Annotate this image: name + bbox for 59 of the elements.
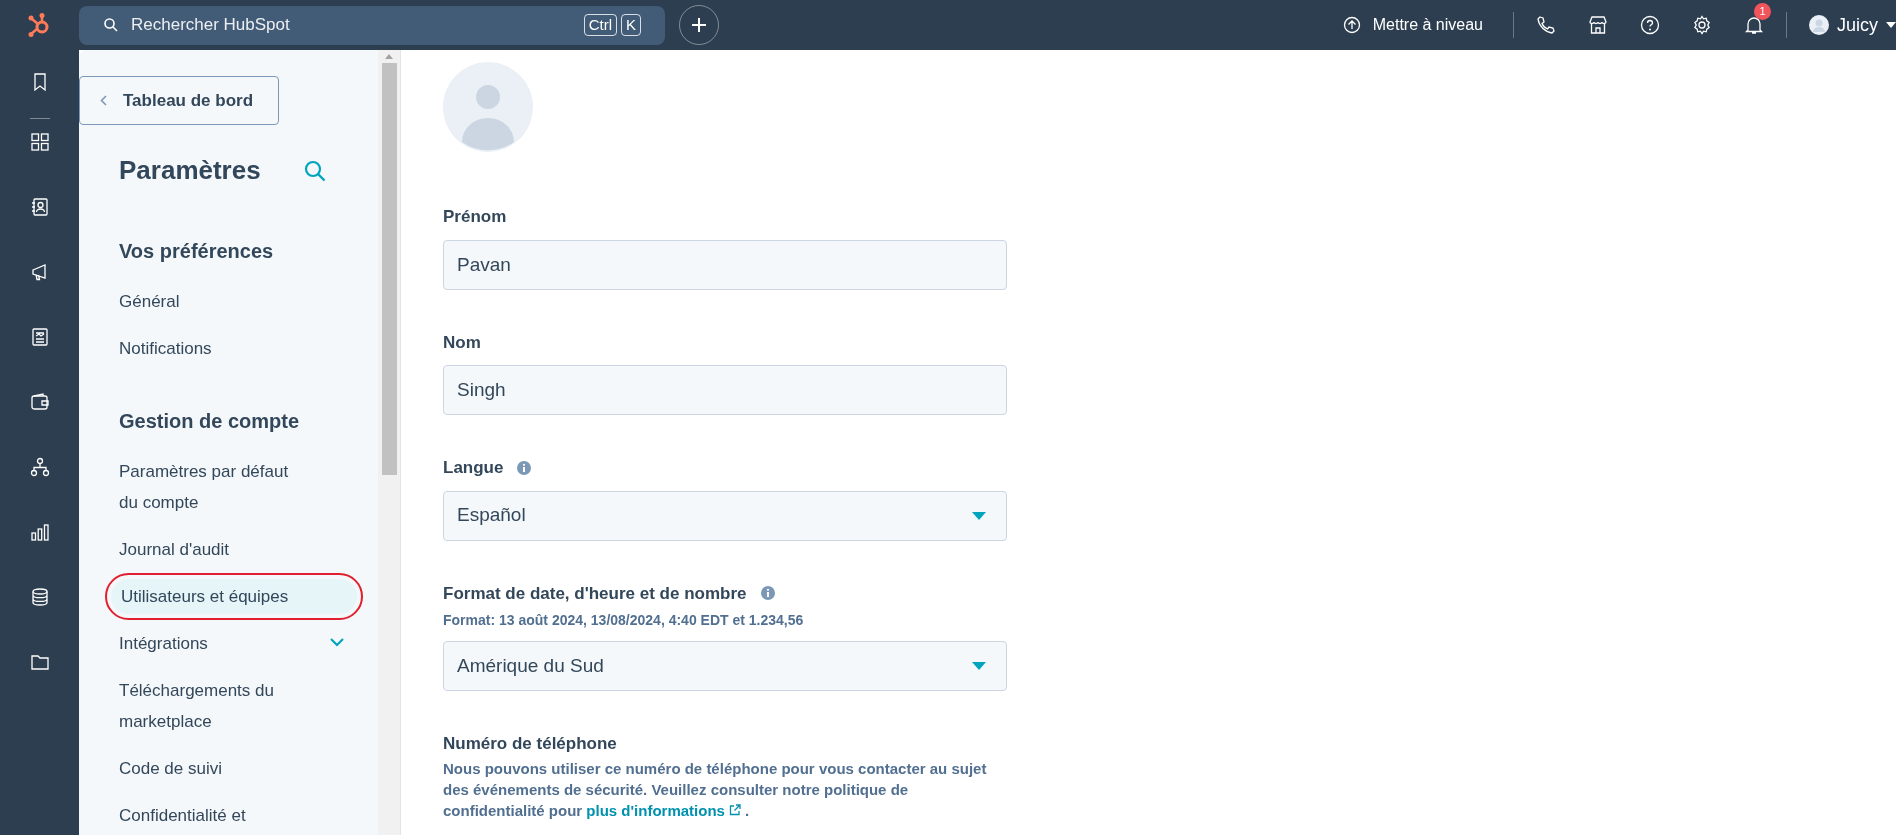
bell-icon[interactable] [1744, 15, 1764, 35]
field-label: Numéro de téléphone [443, 733, 618, 755]
section-heading: Gestion de compte [118, 409, 301, 434]
store-icon[interactable] [1588, 15, 1608, 35]
info-icon[interactable] [760, 586, 775, 601]
org-icon[interactable] [29, 457, 50, 477]
sidebar-item[interactable]: Paramètres par défaut du compte [109, 448, 358, 526]
format-hint: Format: 13 août 2024, 13/08/2024, 4:40 EDT et 1.234,56 [443, 611, 805, 630]
chart-icon[interactable] [29, 522, 50, 542]
settings-title: Paramètres [119, 154, 261, 187]
scrollbar[interactable] [378, 50, 400, 835]
sidebar-item[interactable]: Code de suivi [109, 745, 358, 792]
folder-icon[interactable] [29, 652, 50, 672]
chevron-down-icon[interactable] [330, 638, 344, 647]
search-icon[interactable] [304, 159, 326, 182]
sidebar-item[interactable]: Téléchargements du marketplace [109, 667, 358, 745]
upgrade-button[interactable]: Mettre à niveau [1334, 13, 1491, 37]
chevron-left-icon [100, 95, 107, 106]
report-icon[interactable] [29, 327, 50, 347]
field-label: Nom [443, 331, 481, 354]
search-icon [103, 17, 119, 33]
notification-badge: 1 [1754, 3, 1771, 20]
phone-icon[interactable] [1536, 15, 1556, 35]
sidebar-item[interactable]: Journal d'audit [109, 526, 358, 573]
help-text: Nous pouvons utiliser ce numéro de téléphone pour vous contacter au sujet des événements de sécurité. Veuillez consulter notre politique de confidentialité pour plus d'informations . [443, 758, 988, 821]
contacts-icon[interactable] [29, 197, 50, 217]
search-field[interactable]: Rechercher HubSpot Ctrl K [79, 5, 665, 45]
shortcut-key: Ctrl [583, 14, 617, 36]
external-link-icon [728, 804, 741, 816]
database-icon[interactable] [29, 587, 50, 607]
dropdown-caret-icon [972, 662, 986, 670]
text-field[interactable]: Singh [443, 365, 1007, 415]
search-placeholder: Rechercher HubSpot [131, 14, 291, 37]
back-button[interactable]: Tableau de bord [79, 76, 279, 125]
settings-icon[interactable] [1692, 15, 1712, 35]
help-icon[interactable] [1640, 15, 1660, 35]
dropdown-caret-icon [972, 511, 986, 520]
info-icon[interactable] [517, 460, 532, 475]
grid-icon[interactable] [29, 132, 50, 152]
wallet-icon[interactable] [29, 392, 50, 412]
field-label: Langue [443, 457, 504, 479]
caret-icon [1886, 22, 1896, 28]
sidebar-item[interactable]: Général [109, 278, 358, 325]
more-info-link[interactable]: plus d'informations [586, 799, 741, 821]
sidebar-item[interactable]: Utilisateurs et équipes [111, 579, 357, 614]
sidebar-item[interactable]: Intégrations [109, 620, 358, 667]
dropdown[interactable]: Español [443, 490, 1007, 541]
sidebar-item[interactable]: Confidentialité et [109, 792, 358, 835]
dropdown[interactable]: Amérique du Sud [443, 641, 1007, 691]
sidebar-item[interactable]: Notifications [109, 325, 358, 372]
field-label: Prénom [443, 206, 507, 228]
scroll-thumb[interactable] [381, 63, 397, 475]
avatar-icon [1809, 15, 1829, 35]
text-field[interactable]: Pavan [443, 239, 1007, 290]
user-menu[interactable]: Juicy [1809, 11, 1896, 39]
shortcut-key: K [621, 14, 641, 36]
field-label: Format de date, d'heure et de nombre [443, 582, 747, 605]
plus-icon [691, 17, 707, 33]
section-heading: Vos préférences [118, 239, 275, 264]
